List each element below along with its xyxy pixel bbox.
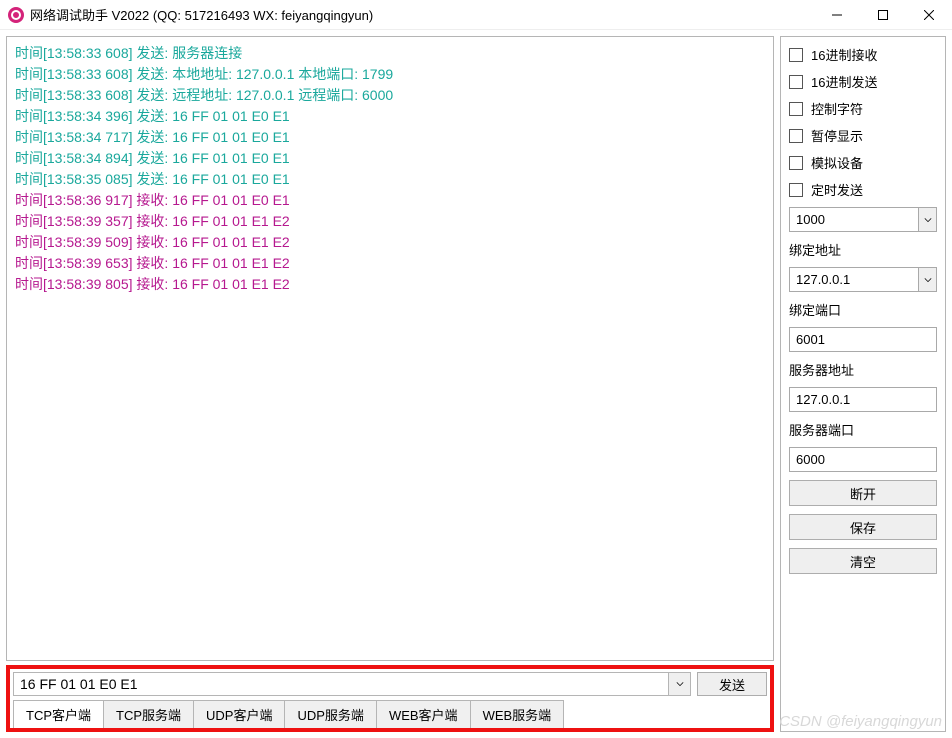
bind-port-input[interactable]: 6001 [789,327,937,352]
tab-bar: TCP客户端TCP服务端UDP客户端UDP服务端WEB客户端WEB服务端 [13,700,767,728]
options-panel: 16进制接收 16进制发送 控制字符 暂停显示 模拟设备 定时发送 1000 绑… [780,36,946,732]
log-line: 时间[13:58:34 894] 发送: 16 FF 01 01 E0 E1 [15,148,765,169]
window-title: 网络调试助手 V2022 (QQ: 517216493 WX: feiyangq… [30,5,814,24]
log-output[interactable]: 时间[13:58:33 608] 发送: 服务器连接时间[13:58:33 60… [6,36,774,661]
titlebar: 网络调试助手 V2022 (QQ: 517216493 WX: feiyangq… [0,0,952,30]
chevron-down-icon[interactable] [668,673,690,695]
log-line: 时间[13:58:39 509] 接收: 16 FF 01 01 E1 E2 [15,232,765,253]
log-line: 时间[13:58:39 653] 接收: 16 FF 01 01 E1 E2 [15,253,765,274]
pause-display-checkbox[interactable]: 暂停显示 [789,126,937,145]
log-line: 时间[13:58:34 396] 发送: 16 FF 01 01 E0 E1 [15,106,765,127]
app-icon [8,7,24,23]
chevron-down-icon[interactable] [918,268,936,291]
log-line: 时间[13:58:39 357] 接收: 16 FF 01 01 E1 E2 [15,211,765,232]
server-addr-label: 服务器地址 [789,360,937,379]
log-line: 时间[13:58:33 608] 发送: 远程地址: 127.0.0.1 远程端… [15,85,765,106]
tab-2[interactable]: UDP客户端 [193,700,285,728]
chevron-down-icon[interactable] [918,208,936,231]
send-combo[interactable] [13,672,691,696]
log-line: 时间[13:58:33 608] 发送: 本地地址: 127.0.0.1 本地端… [15,64,765,85]
server-port-label: 服务器端口 [789,420,937,439]
log-line: 时间[13:58:33 608] 发送: 服务器连接 [15,43,765,64]
log-line: 时间[13:58:34 717] 发送: 16 FF 01 01 E0 E1 [15,127,765,148]
save-button[interactable]: 保存 [789,514,937,540]
hex-recv-checkbox[interactable]: 16进制接收 [789,45,937,64]
log-line: 时间[13:58:36 917] 接收: 16 FF 01 01 E0 E1 [15,190,765,211]
send-button[interactable]: 发送 [697,672,767,696]
interval-combo[interactable]: 1000 [789,207,937,232]
tab-1[interactable]: TCP服务端 [103,700,194,728]
log-line: 时间[13:58:39 805] 接收: 16 FF 01 01 E1 E2 [15,274,765,295]
bind-addr-label: 绑定地址 [789,240,937,259]
tab-0[interactable]: TCP客户端 [13,700,104,728]
tab-3[interactable]: UDP服务端 [284,700,376,728]
minimize-button[interactable] [814,0,860,30]
server-port-input[interactable]: 6000 [789,447,937,472]
disconnect-button[interactable]: 断开 [789,480,937,506]
close-button[interactable] [906,0,952,30]
ctrl-char-checkbox[interactable]: 控制字符 [789,99,937,118]
tab-4[interactable]: WEB客户端 [376,700,471,728]
maximize-button[interactable] [860,0,906,30]
bind-port-label: 绑定端口 [789,300,937,319]
highlight-frame: 发送 TCP客户端TCP服务端UDP客户端UDP服务端WEB客户端WEB服务端 [6,665,774,732]
send-input[interactable] [14,673,668,695]
server-addr-input[interactable]: 127.0.0.1 [789,387,937,412]
log-line: 时间[13:58:35 085] 发送: 16 FF 01 01 E0 E1 [15,169,765,190]
bind-addr-combo[interactable]: 127.0.0.1 [789,267,937,292]
timed-send-checkbox[interactable]: 定时发送 [789,180,937,199]
sim-device-checkbox[interactable]: 模拟设备 [789,153,937,172]
tab-5[interactable]: WEB服务端 [470,700,565,728]
hex-send-checkbox[interactable]: 16进制发送 [789,72,937,91]
clear-button[interactable]: 清空 [789,548,937,574]
